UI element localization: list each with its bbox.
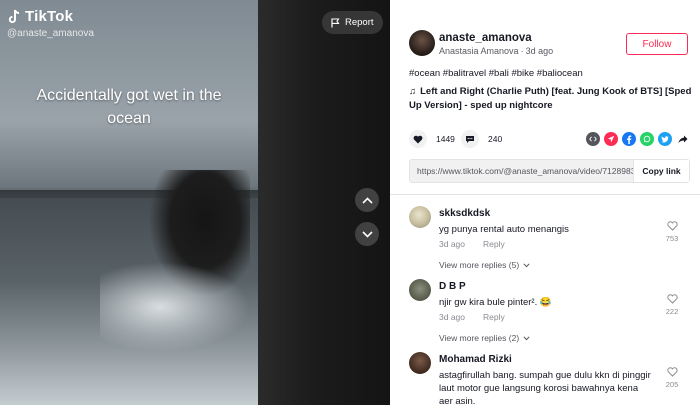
reply-button[interactable]: Reply bbox=[483, 312, 505, 322]
view-replies-label: View more replies (2) bbox=[439, 333, 520, 343]
video-handle: @anaste_amanova bbox=[7, 28, 94, 39]
post-actions: 1449 240 bbox=[409, 130, 690, 150]
comment-time: 3d ago bbox=[439, 239, 465, 249]
video-link-field[interactable]: https://www.tiktok.com/@anaste_amanova/v… bbox=[410, 166, 633, 176]
comment-count: 240 bbox=[488, 134, 503, 144]
like-action[interactable]: 1449 bbox=[409, 130, 455, 148]
chevron-down-icon bbox=[361, 230, 373, 238]
twitter-icon[interactable] bbox=[658, 132, 672, 146]
next-video-button[interactable] bbox=[355, 222, 379, 246]
comment-username[interactable]: D B P bbox=[439, 281, 466, 292]
comment-like-count: 222 bbox=[665, 307, 679, 316]
comment-item: skksdkdsk yg punya rental auto menangis … bbox=[409, 206, 694, 276]
post-hashtags[interactable]: #ocean #balitravel #bali #bike #baliocea… bbox=[409, 68, 583, 79]
comment-action[interactable]: 240 bbox=[461, 130, 502, 148]
comment-like-count: 205 bbox=[665, 380, 679, 389]
comment-username[interactable]: Mohamad Rizki bbox=[439, 354, 512, 365]
music-info[interactable]: ♫ Left and Right (Charlie Puth) [feat. Ju… bbox=[409, 85, 694, 113]
comment-item: D B P njir gw kira bule pinter². 😂 3d ag… bbox=[409, 279, 694, 349]
follow-button[interactable]: Follow bbox=[626, 33, 688, 55]
copy-link-button[interactable]: Copy link bbox=[633, 160, 689, 182]
comment-text: njir gw kira bule pinter². 😂 bbox=[439, 297, 552, 308]
whatsapp-icon[interactable] bbox=[640, 132, 654, 146]
heart-outline-icon bbox=[666, 221, 678, 231]
view-more-replies[interactable]: View more replies (2) bbox=[439, 333, 530, 343]
video-caption-overlay: Accidentally got wet in the ocean bbox=[36, 87, 222, 127]
author-info: anaste_amanova Anastasia Amanova · 3d ago … bbox=[409, 30, 689, 60]
flag-icon bbox=[331, 17, 340, 27]
video-frame[interactable] bbox=[0, 0, 258, 405]
heart-outline-icon bbox=[666, 367, 678, 377]
send-icon[interactable] bbox=[604, 132, 618, 146]
comment-item: Mohamad Rizki astagfirullah bang. sumpah… bbox=[409, 352, 694, 405]
comment-avatar[interactable] bbox=[409, 206, 431, 228]
comment-time: 3d ago bbox=[439, 312, 465, 322]
video-foam bbox=[100, 262, 250, 352]
previous-video-button[interactable] bbox=[355, 188, 379, 212]
share-arrow-icon[interactable] bbox=[676, 132, 690, 146]
comment-like-button[interactable]: 205 bbox=[664, 367, 680, 389]
comment-text: astagfirullah bang. sumpah gue dulu kkn … bbox=[439, 370, 651, 405]
comment-username[interactable]: skksdkdsk bbox=[439, 208, 490, 219]
heart-icon bbox=[409, 130, 427, 148]
music-note-icon: ♫ bbox=[409, 86, 417, 97]
author-username[interactable]: anaste_amanova bbox=[439, 32, 532, 44]
comment-avatar[interactable] bbox=[409, 352, 431, 374]
music-title: Left and Right (Charlie Puth) [feat. Jun… bbox=[409, 86, 692, 111]
like-count: 1449 bbox=[436, 134, 455, 144]
share-link-box: https://www.tiktok.com/@anaste_amanova/v… bbox=[409, 159, 690, 183]
tiktok-logo-icon bbox=[8, 9, 20, 23]
report-button[interactable]: Report bbox=[322, 11, 383, 34]
comments-divider bbox=[390, 194, 700, 195]
chevron-down-icon bbox=[523, 335, 530, 340]
author-subtitle: Anastasia Amanova · 3d ago bbox=[439, 46, 554, 56]
post-time: 3d ago bbox=[525, 46, 554, 56]
comment-text: yg punya rental auto menangis bbox=[439, 224, 569, 235]
heart-outline-icon bbox=[666, 294, 678, 304]
share-icons bbox=[586, 132, 690, 146]
tiktok-brand-text: TikTok bbox=[25, 8, 74, 25]
comment-avatar[interactable] bbox=[409, 279, 431, 301]
report-label: Report bbox=[345, 17, 374, 28]
embed-icon[interactable] bbox=[586, 132, 600, 146]
comment-like-count: 753 bbox=[665, 234, 679, 243]
reply-button[interactable]: Reply bbox=[483, 239, 505, 249]
comment-meta: 3d ago Reply bbox=[439, 239, 505, 249]
facebook-icon[interactable] bbox=[622, 132, 636, 146]
comment-meta: 3d ago Reply bbox=[439, 312, 505, 322]
author-avatar[interactable] bbox=[409, 30, 435, 56]
chevron-down-icon bbox=[523, 262, 530, 267]
comment-like-button[interactable]: 222 bbox=[664, 294, 680, 316]
view-more-replies[interactable]: View more replies (5) bbox=[439, 260, 530, 270]
comment-bubble-icon bbox=[461, 130, 479, 148]
view-replies-label: View more replies (5) bbox=[439, 260, 520, 270]
video-details-panel: anaste_amanova Anastasia Amanova · 3d ago … bbox=[390, 0, 700, 405]
author-display-name: Anastasia Amanova bbox=[439, 46, 519, 56]
chevron-up-icon bbox=[361, 196, 373, 204]
tiktok-watermark: TikTok bbox=[7, 8, 73, 25]
video-player[interactable]: TikTok @anaste_amanova Accidentally got … bbox=[0, 0, 390, 405]
comment-like-button[interactable]: 753 bbox=[664, 221, 680, 243]
